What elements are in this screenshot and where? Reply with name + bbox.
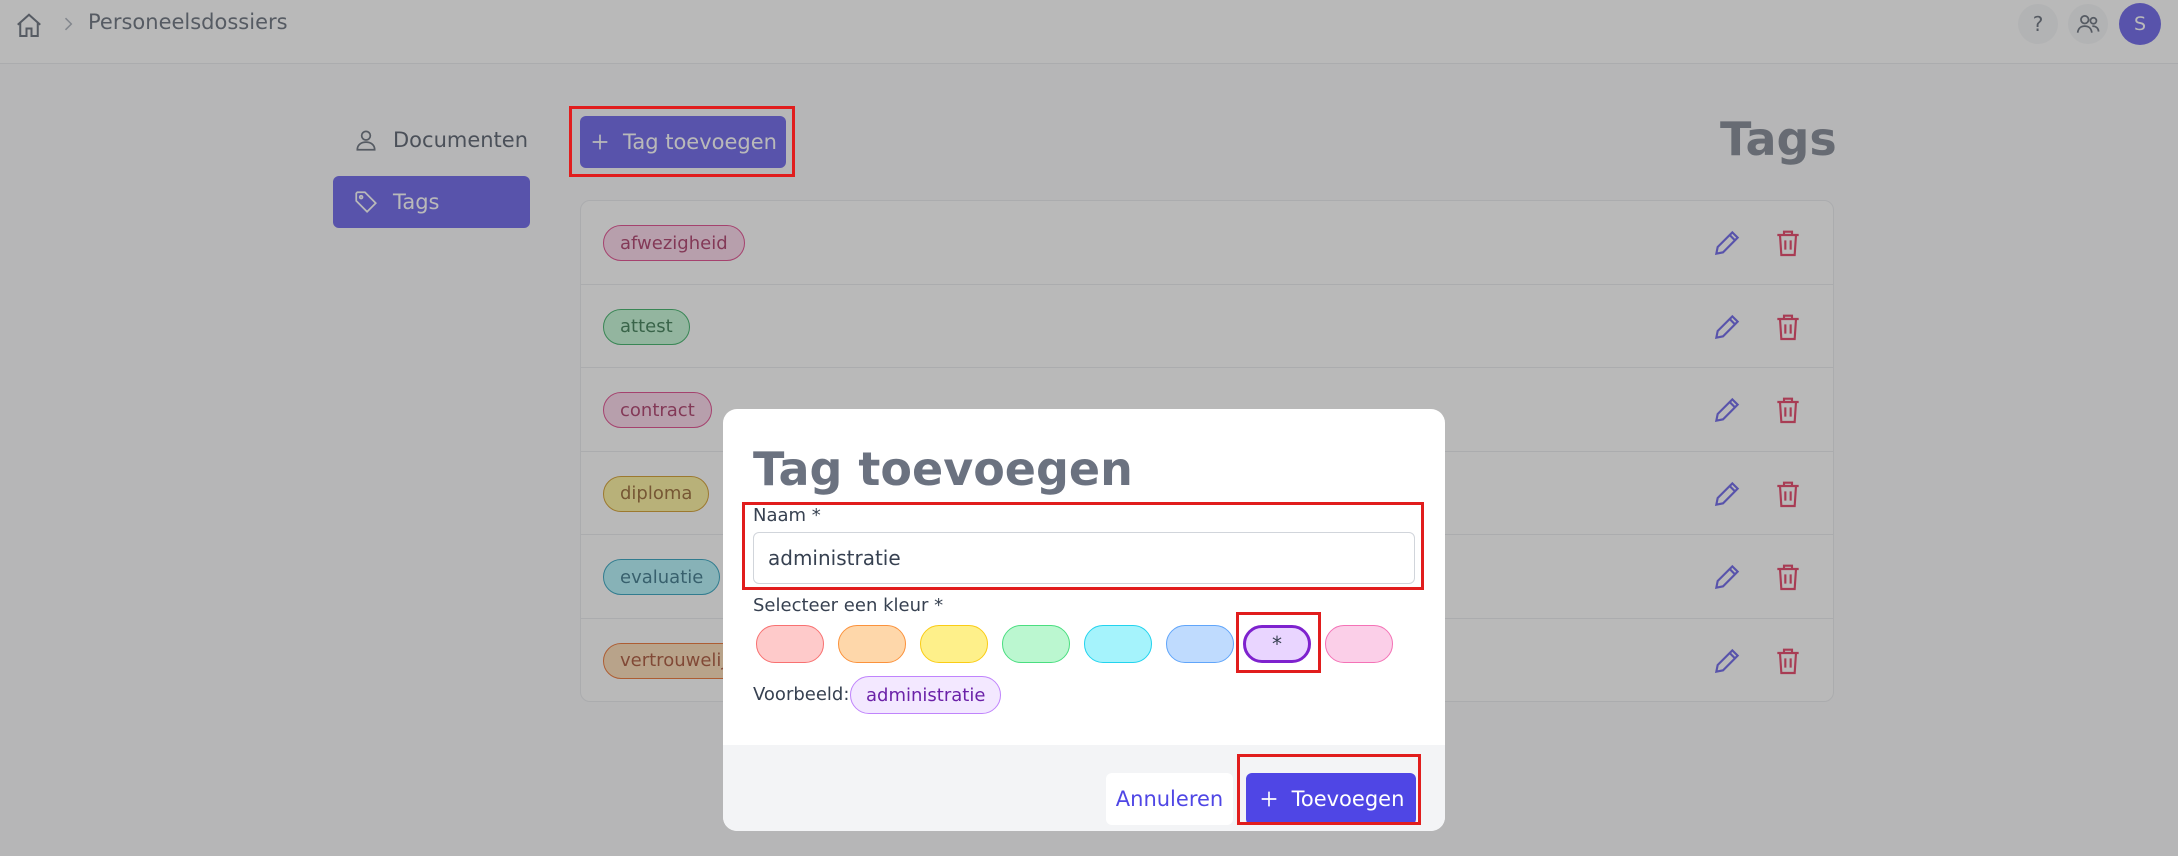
color-swatch-cyan[interactable] xyxy=(1084,625,1152,663)
name-label: Naam * xyxy=(753,505,821,526)
color-swatch-purple[interactable]: * xyxy=(1243,625,1311,663)
plus-icon xyxy=(1261,791,1276,807)
preview-label: Voorbeeld: xyxy=(753,684,850,705)
color-label: Selecteer een kleur * xyxy=(753,595,944,616)
cancel-button[interactable]: Annuleren xyxy=(1106,773,1233,825)
dialog-title: Tag toevoegen xyxy=(753,442,1133,496)
color-swatch-yellow[interactable] xyxy=(920,625,988,663)
add-tag-dialog: Tag toevoegen Naam * Selecteer een kleur… xyxy=(723,409,1445,831)
color-swatch-pink[interactable] xyxy=(1325,625,1393,663)
submit-button-label: Toevoegen xyxy=(1291,787,1405,811)
name-input[interactable] xyxy=(753,532,1415,584)
color-swatch-orange[interactable] xyxy=(838,625,906,663)
color-swatch-green[interactable] xyxy=(1002,625,1070,663)
submit-button[interactable]: Toevoegen xyxy=(1246,773,1416,825)
dialog-footer: Annuleren Toevoegen xyxy=(723,745,1445,831)
cancel-button-label: Annuleren xyxy=(1115,787,1224,811)
color-swatch-blue[interactable] xyxy=(1166,625,1234,663)
color-swatch-red[interactable] xyxy=(756,625,824,663)
preview-tag: administratie xyxy=(850,676,1002,714)
